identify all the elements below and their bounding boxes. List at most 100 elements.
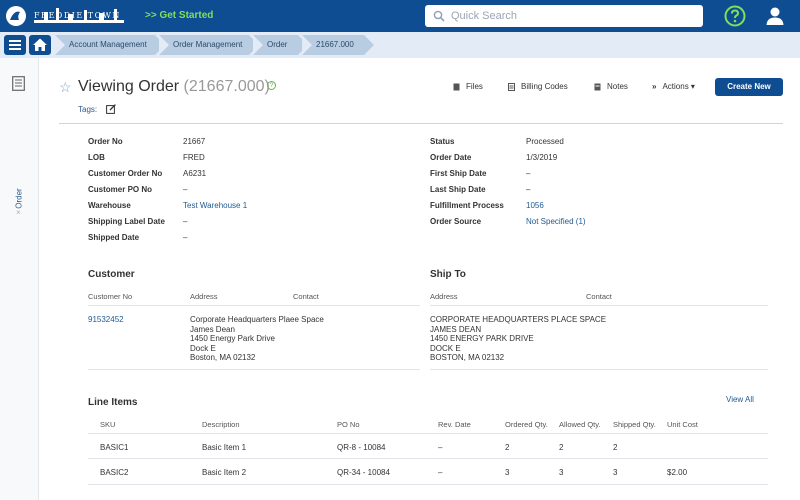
billing-codes-button[interactable]: Billing Codes <box>508 82 568 91</box>
cell-rev-date: – <box>438 468 443 477</box>
label-order-no: Order No <box>88 137 123 146</box>
cell-allowed-qty: 3 <box>559 468 564 477</box>
breadcrumb-order-number[interactable]: 21667.000 <box>302 35 374 55</box>
actions-dropdown[interactable]: » Actions ▾ <box>652 82 695 91</box>
warehouse-link[interactable]: Test Warehouse 1 <box>183 201 247 210</box>
document-list-icon[interactable] <box>12 76 25 91</box>
files-button[interactable]: Files <box>453 82 483 91</box>
customer-address-line: James Dean <box>190 325 235 334</box>
cell-shipped-qty: 2 <box>613 443 618 452</box>
sku-link[interactable]: BASIC2 <box>100 468 128 477</box>
cell-allowed-qty: 2 <box>559 443 564 452</box>
col-po-no[interactable]: PO No <box>337 420 360 429</box>
actions-label: Actions ▾ <box>662 82 695 91</box>
search-icon <box>433 10 445 22</box>
value-shipping-label-date: – <box>183 217 188 226</box>
breadcrumb: Account Management Order Management Orde… <box>0 32 800 58</box>
label-order-source: Order Source <box>430 217 482 226</box>
notes-icon <box>594 83 601 91</box>
label-customer-order-no: Customer Order No <box>88 169 163 178</box>
cell-ordered-qty: 3 <box>505 468 510 477</box>
value-customer-po-no: – <box>183 185 188 194</box>
page-title-number: (21667.000) <box>183 78 270 95</box>
po-link[interactable]: QR-34 - 10084 <box>337 468 390 477</box>
files-label: Files <box>466 82 483 91</box>
billing-codes-label: Billing Codes <box>521 82 568 91</box>
customer-col-customer-no: Customer No <box>88 292 133 301</box>
menu-button[interactable] <box>4 35 26 55</box>
order-source-link[interactable]: Not Specified (1) <box>526 217 586 226</box>
fulfillment-process-link[interactable]: 1056 <box>526 201 544 210</box>
notes-button[interactable]: Notes <box>594 82 628 91</box>
search-placeholder: Quick Search <box>451 10 518 22</box>
customer-col-contact: Contact <box>293 292 319 301</box>
label-last-ship-date: Last Ship Date <box>430 185 486 194</box>
favorite-star-icon[interactable]: ☆ <box>59 79 72 96</box>
label-lob: LOB <box>88 153 105 162</box>
quick-search-input[interactable]: Quick Search <box>425 5 703 27</box>
value-first-ship-date: – <box>526 169 531 178</box>
sku-link[interactable]: BASIC1 <box>100 443 128 452</box>
cell-rev-date: – <box>438 443 443 452</box>
col-ordered-qty[interactable]: Ordered Qty. <box>505 420 548 429</box>
ship-to-section-title: Ship To <box>430 269 466 280</box>
customer-address-line: Boston, MA 02132 <box>190 353 256 362</box>
po-link[interactable]: QR-8 - 10084 <box>337 443 385 452</box>
customer-no-link[interactable]: 91532452 <box>88 315 124 324</box>
customer-footer-line <box>88 369 420 370</box>
create-new-button[interactable]: Create New <box>715 78 783 96</box>
page-title-text: Viewing Order <box>78 78 180 95</box>
ship-to-col-contact: Contact <box>586 292 612 301</box>
col-unit-cost[interactable]: Unit Cost <box>667 420 698 429</box>
label-order-date: Order Date <box>430 153 472 162</box>
home-button[interactable] <box>29 35 51 55</box>
col-description[interactable]: Description <box>202 420 240 429</box>
col-shipped-qty[interactable]: Shipped Qty. <box>613 420 656 429</box>
cell-unit-cost: $2.00 <box>667 468 688 477</box>
edit-tags-icon[interactable] <box>106 104 116 114</box>
label-customer-po-no: Customer PO No <box>88 185 153 194</box>
customer-col-address: Address <box>190 292 218 301</box>
label-shipped-date: Shipped Date <box>88 233 140 242</box>
view-all-link[interactable]: View All <box>726 395 754 404</box>
row-divider <box>88 484 768 485</box>
value-last-ship-date: – <box>526 185 531 194</box>
notes-label: Notes <box>607 82 628 91</box>
cell-ordered-qty: 2 <box>505 443 510 452</box>
logo-text: FREDDIE-TOWN <box>34 11 121 20</box>
col-allowed-qty[interactable]: Allowed Qty. <box>559 420 601 429</box>
home-icon <box>33 38 47 51</box>
breadcrumb-order-management[interactable]: Order Management <box>159 35 259 55</box>
header-divider <box>59 123 783 124</box>
user-icon[interactable] <box>765 6 785 26</box>
ship-to-address-line: 1450 ENERGY PARK DRIVE <box>430 334 534 343</box>
value-shipped-date: – <box>183 233 188 242</box>
ship-to-address-line: CORPORATE HEADQUARTERS PLACE SPACE <box>430 315 607 324</box>
help-icon[interactable] <box>724 5 746 27</box>
label-first-ship-date: First Ship Date <box>430 169 487 178</box>
value-order-date: 1/3/2019 <box>526 153 558 162</box>
page-title: Viewing Order (21667.000) <box>78 78 270 96</box>
title-help-icon[interactable]: ? <box>267 81 276 90</box>
ship-to-address-line: BOSTON, MA 02132 <box>430 353 505 362</box>
left-rail: Order × <box>0 58 39 500</box>
customer-address-line: 1450 Energy Park Drive <box>190 334 275 343</box>
label-warehouse: Warehouse <box>88 201 131 210</box>
col-sku[interactable]: SKU <box>100 420 115 429</box>
label-status: Status <box>430 137 455 146</box>
customer-header-line <box>88 305 420 306</box>
ship-to-header-line <box>430 305 768 306</box>
breadcrumb-order[interactable]: Order <box>253 35 308 55</box>
top-bar: FREDDIE-TOWN >> Get Started Quick Search <box>0 0 800 32</box>
get-started-link[interactable]: >> Get Started <box>145 10 213 21</box>
value-order-no: 21667 <box>183 137 206 146</box>
ship-to-col-address: Address <box>430 292 458 301</box>
line-items-title: Line Items <box>88 397 138 408</box>
customer-address-line: Corporate Headquarters Plaee Space <box>190 315 324 324</box>
col-rev-date[interactable]: Rev. Date <box>438 420 471 429</box>
breadcrumb-account-management[interactable]: Account Management <box>55 35 165 55</box>
customer-section-title: Customer <box>88 269 135 280</box>
rail-tab-close-icon[interactable]: × <box>16 208 21 217</box>
cell-shipped-qty: 3 <box>613 468 618 477</box>
value-customer-order-no: A6231 <box>183 169 207 178</box>
